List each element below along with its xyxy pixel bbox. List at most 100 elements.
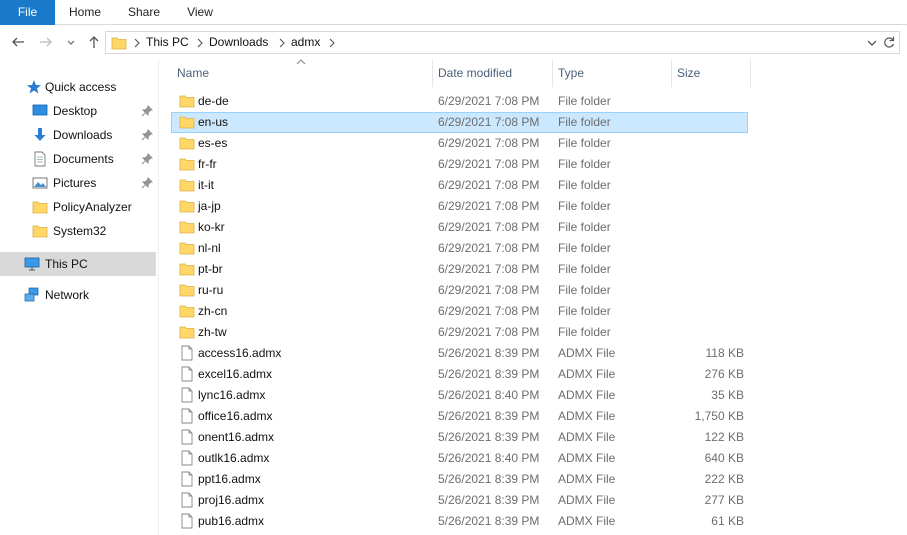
pictures-icon	[32, 177, 48, 189]
file-icon	[181, 408, 193, 424]
file-type: File folder	[558, 220, 611, 234]
file-row[interactable]: fr-fr 6/29/2021 7:08 PM File folder	[171, 154, 748, 175]
column-header-size[interactable]: Size	[673, 59, 749, 87]
file-row[interactable]: de-de 6/29/2021 7:08 PM File folder	[171, 91, 748, 112]
nav-desktop[interactable]: Desktop	[0, 100, 156, 122]
recent-locations-button[interactable]	[64, 32, 78, 52]
file-list: Name Date modified Type Size de-de 6/29/2…	[159, 59, 907, 535]
file-row[interactable]: zh-tw 6/29/2021 7:08 PM File folder	[171, 322, 748, 343]
tab-file[interactable]: File	[0, 0, 55, 25]
file-type: File folder	[558, 283, 611, 297]
chevron-right-icon[interactable]	[328, 38, 336, 48]
refresh-button[interactable]	[880, 31, 900, 54]
folder-icon	[179, 284, 195, 297]
file-row[interactable]: nl-nl 6/29/2021 7:08 PM File folder	[171, 238, 748, 259]
file-row[interactable]: onent16.admx 5/26/2021 8:39 PM ADMX File 12…	[171, 427, 748, 448]
computer-icon	[24, 257, 40, 271]
column-divider[interactable]	[750, 59, 751, 87]
forward-button[interactable]	[36, 32, 56, 52]
address-bar[interactable]: This PC Downloads admx	[105, 31, 881, 54]
folder-icon	[179, 95, 195, 108]
nav-this-pc[interactable]: This PC	[0, 252, 156, 276]
file-name: access16.admx	[198, 346, 282, 360]
file-date-modified: 6/29/2021 7:08 PM	[438, 283, 540, 297]
file-row[interactable]: pub16.admx 5/26/2021 8:39 PM ADMX File 61 K…	[171, 511, 748, 532]
tab-home[interactable]: Home	[57, 0, 113, 25]
column-divider[interactable]	[552, 59, 553, 87]
file-icon	[181, 450, 193, 466]
column-header-name[interactable]: Name	[173, 59, 431, 87]
column-header-date[interactable]: Date modified	[434, 59, 552, 87]
nav-label: Quick access	[45, 80, 117, 94]
file-row[interactable]: en-us 6/29/2021 7:08 PM File folder	[171, 112, 748, 133]
tab-share[interactable]: Share	[117, 0, 171, 25]
file-row[interactable]: es-es 6/29/2021 7:08 PM File folder	[171, 133, 748, 154]
column-header-type[interactable]: Type	[554, 59, 672, 87]
nav-network[interactable]: Network	[0, 284, 156, 306]
address-dropdown-button[interactable]	[864, 32, 880, 53]
pin-icon[interactable]	[141, 129, 153, 141]
arrow-up-icon	[89, 36, 99, 48]
file-date-modified: 6/29/2021 7:08 PM	[438, 115, 540, 129]
file-name: zh-tw	[198, 325, 227, 339]
file-size: 118 KB	[705, 346, 744, 360]
breadcrumb-downloads[interactable]: Downloads	[209, 32, 268, 53]
up-button[interactable]	[84, 32, 104, 52]
back-button[interactable]	[8, 32, 28, 52]
network-icon	[24, 287, 39, 302]
file-type: File folder	[558, 262, 611, 276]
file-size: 1,750 KB	[694, 409, 744, 423]
file-size: 277 KB	[704, 493, 744, 507]
file-row[interactable]: lync16.admx 5/26/2021 8:40 PM ADMX File 35 …	[171, 385, 748, 406]
chevron-right-icon	[134, 38, 140, 48]
file-row[interactable]: ja-jp 6/29/2021 7:08 PM File folder	[171, 196, 748, 217]
file-row[interactable]: ru-ru 6/29/2021 7:08 PM File folder	[171, 280, 748, 301]
column-divider[interactable]	[671, 59, 672, 87]
nav-quick-access[interactable]: Quick access	[0, 76, 156, 98]
navigation-pane: Quick access Desktop Downloads Documents…	[0, 59, 158, 535]
pin-icon[interactable]	[141, 177, 153, 189]
file-type: File folder	[558, 157, 611, 171]
file-row[interactable]: zh-cn 6/29/2021 7:08 PM File folder	[171, 301, 748, 322]
chevron-right-icon[interactable]	[278, 38, 286, 48]
file-type: ADMX File	[558, 430, 616, 444]
file-name: lync16.admx	[198, 388, 266, 402]
file-date-modified: 5/26/2021 8:39 PM	[438, 430, 540, 444]
file-row[interactable]: it-it 6/29/2021 7:08 PM File folder	[171, 175, 748, 196]
folder-icon	[179, 305, 195, 318]
file-icon	[181, 366, 193, 382]
file-type: ADMX File	[558, 451, 616, 465]
folder-icon	[179, 179, 195, 192]
file-type: File folder	[558, 199, 611, 213]
file-name: ko-kr	[198, 220, 225, 234]
file-row[interactable]: excel16.admx 5/26/2021 8:39 PM ADMX File 27…	[171, 364, 748, 385]
breadcrumb-this-pc[interactable]: This PC	[146, 32, 189, 53]
file-row[interactable]: pt-br 6/29/2021 7:08 PM File folder	[171, 259, 748, 280]
file-row[interactable]: office16.admx 5/26/2021 8:39 PM ADMX File 1…	[171, 406, 748, 427]
column-divider[interactable]	[432, 59, 433, 87]
nav-documents[interactable]: Documents	[0, 148, 156, 170]
nav-system32[interactable]: System32	[0, 220, 156, 242]
folder-icon	[32, 225, 48, 238]
file-name: fr-fr	[198, 157, 217, 171]
chevron-right-icon[interactable]	[196, 38, 204, 48]
nav-downloads[interactable]: Downloads	[0, 124, 156, 146]
file-name: nl-nl	[198, 241, 221, 255]
file-row[interactable]: access16.admx 5/26/2021 8:39 PM ADMX File 1…	[171, 343, 748, 364]
breadcrumb-admx[interactable]: admx	[291, 32, 320, 53]
file-date-modified: 6/29/2021 7:08 PM	[438, 262, 540, 276]
file-row[interactable]: proj16.admx 5/26/2021 8:39 PM ADMX File 277…	[171, 490, 748, 511]
nav-policyanalyzer[interactable]: PolicyAnalyzer	[0, 196, 156, 218]
file-date-modified: 6/29/2021 7:08 PM	[438, 325, 540, 339]
file-row[interactable]: outlk16.admx 5/26/2021 8:40 PM ADMX File 64…	[171, 448, 748, 469]
file-row[interactable]: ko-kr 6/29/2021 7:08 PM File folder	[171, 217, 748, 238]
download-arrow-icon	[34, 128, 46, 141]
file-row[interactable]: ppt16.admx 5/26/2021 8:39 PM ADMX File 222 …	[171, 469, 748, 490]
tab-view[interactable]: View	[175, 0, 225, 25]
file-name: it-it	[198, 178, 214, 192]
file-type: File folder	[558, 304, 611, 318]
nav-pictures[interactable]: Pictures	[0, 172, 156, 194]
folder-icon	[179, 116, 195, 129]
pin-icon[interactable]	[141, 153, 153, 165]
pin-icon[interactable]	[141, 105, 153, 117]
